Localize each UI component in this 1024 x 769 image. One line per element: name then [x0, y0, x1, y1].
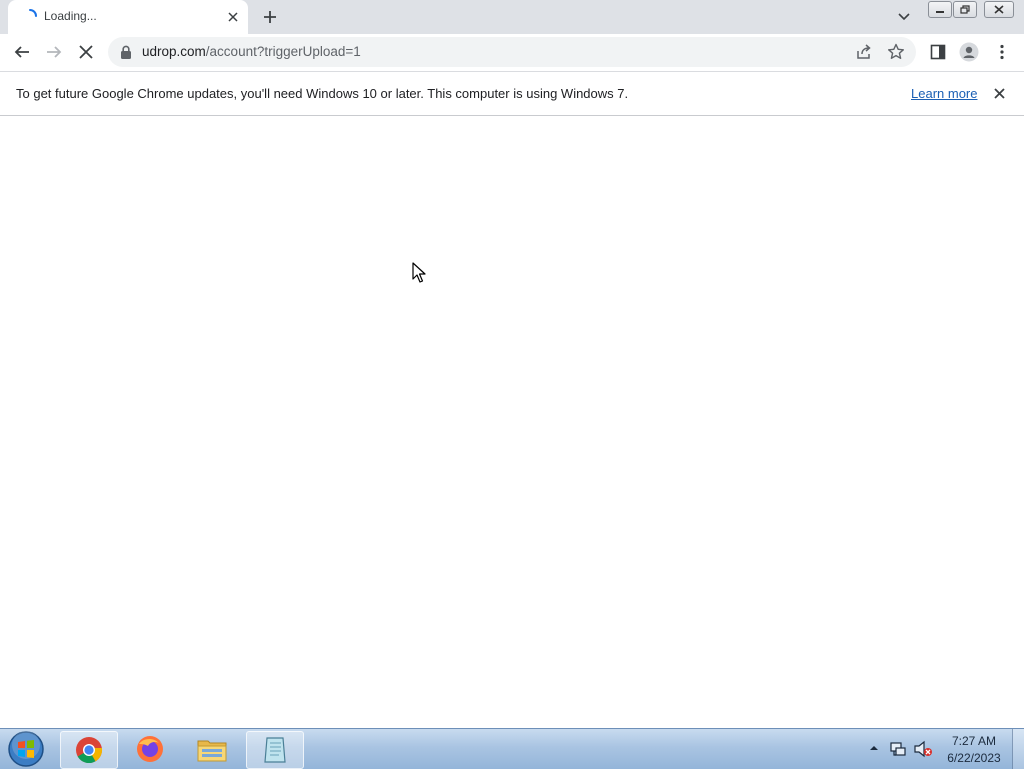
taskbar-firefox-button[interactable] [122, 731, 178, 767]
windows-taskbar: 7:27 AM 6/22/2023 [0, 728, 1024, 769]
network-icon[interactable] [889, 740, 907, 758]
taskbar-explorer-button[interactable] [184, 731, 240, 767]
browser-tab[interactable]: Loading... [8, 0, 248, 34]
chrome-icon [76, 737, 103, 764]
taskbar-chrome-button[interactable] [60, 731, 118, 769]
stop-loading-icon[interactable] [72, 38, 100, 66]
learn-more-link[interactable]: Learn more [911, 86, 977, 101]
windows-start-orb-icon[interactable] [6, 730, 46, 768]
url-path: /account?triggerUpload=1 [205, 44, 361, 59]
lock-icon[interactable] [120, 45, 132, 59]
mouse-pointer-icon [412, 262, 426, 283]
tray-expand-icon[interactable] [868, 742, 880, 754]
window-restore-icon[interactable] [953, 1, 977, 18]
address-bar[interactable]: udrop.com/account?triggerUpload=1 [108, 37, 916, 67]
url-host: udrop.com [142, 44, 206, 59]
tab-close-icon[interactable] [224, 8, 242, 26]
window-minimize-icon[interactable] [928, 1, 952, 18]
side-panel-icon[interactable] [924, 38, 952, 66]
loading-spinner-icon [29, 9, 37, 17]
browser-toolbar: udrop.com/account?triggerUpload=1 [0, 34, 1024, 72]
tab-title: Loading... [44, 9, 97, 23]
window-close-icon[interactable] [984, 1, 1014, 18]
tab-strip: Loading... [0, 0, 1024, 34]
back-arrow-icon[interactable] [8, 38, 36, 66]
taskbar-notepad-button[interactable] [246, 731, 304, 769]
clock-date[interactable]: 6/22/2023 [944, 751, 1004, 765]
infobar-message: To get future Google Chrome updates, you… [16, 86, 629, 101]
show-desktop-button[interactable] [1012, 729, 1024, 769]
profile-avatar-icon[interactable] [955, 38, 983, 66]
url-text[interactable]: udrop.com/account?triggerUpload=1 [142, 44, 361, 59]
folder-icon [197, 740, 227, 762]
share-icon[interactable] [854, 42, 874, 62]
infobar-close-icon[interactable] [990, 84, 1008, 102]
notepad-icon [264, 737, 286, 763]
update-infobar: To get future Google Chrome updates, you… [0, 72, 1024, 116]
volume-muted-icon[interactable] [913, 740, 933, 758]
page-content [0, 116, 1024, 728]
chevron-down-icon[interactable] [894, 7, 914, 27]
clock-time[interactable]: 7:27 AM [948, 734, 1000, 748]
kebab-menu-icon[interactable] [988, 38, 1016, 66]
firefox-icon [137, 736, 163, 762]
new-tab-plus-icon[interactable] [259, 6, 281, 28]
bookmark-star-icon[interactable] [886, 42, 906, 62]
forward-arrow-icon[interactable] [40, 38, 68, 66]
